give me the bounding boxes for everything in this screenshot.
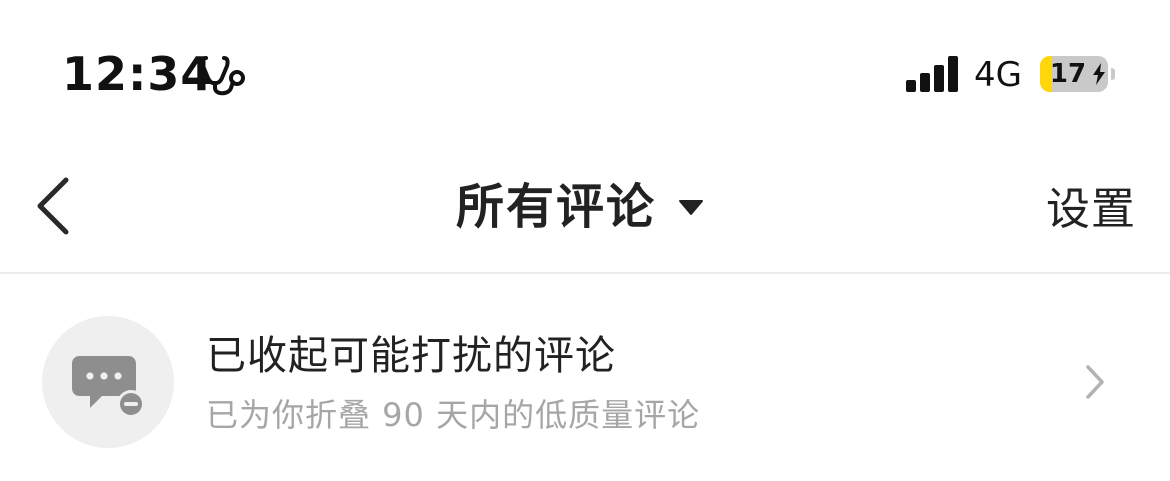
back-button[interactable]: [24, 170, 84, 242]
status-time: 12:34: [62, 47, 214, 101]
battery-cap: [1111, 68, 1115, 80]
folded-comments-item[interactable]: 已收起可能打扰的评论 已为你折叠 90 天内的低质量评论: [0, 274, 1170, 481]
stethoscope-icon: [200, 56, 245, 96]
lightning-icon: [1093, 63, 1105, 85]
comment-filter-dropdown[interactable]: 所有评论: [456, 174, 704, 240]
folded-comment-icon: [72, 356, 145, 418]
chevron-right-icon: [1086, 365, 1104, 399]
page-title: 所有评论: [456, 179, 657, 235]
status-bar: 12:34 4G 17: [0, 0, 1170, 140]
signal-icon: [906, 56, 958, 92]
item-subtitle: 已为你折叠 90 天内的低质量评论: [206, 396, 701, 434]
network-type: 4G: [974, 55, 1022, 95]
battery-indicator: 17: [1040, 56, 1108, 92]
settings-button[interactable]: 设置: [1046, 182, 1136, 238]
item-title: 已收起可能打扰的评论: [206, 333, 616, 379]
caret-down-icon: [679, 200, 704, 215]
avatar: [42, 316, 174, 448]
battery-level: 17: [1049, 59, 1087, 89]
nav-bar: 所有评论 设置: [0, 140, 1170, 272]
chevron-left-icon: [37, 177, 69, 235]
